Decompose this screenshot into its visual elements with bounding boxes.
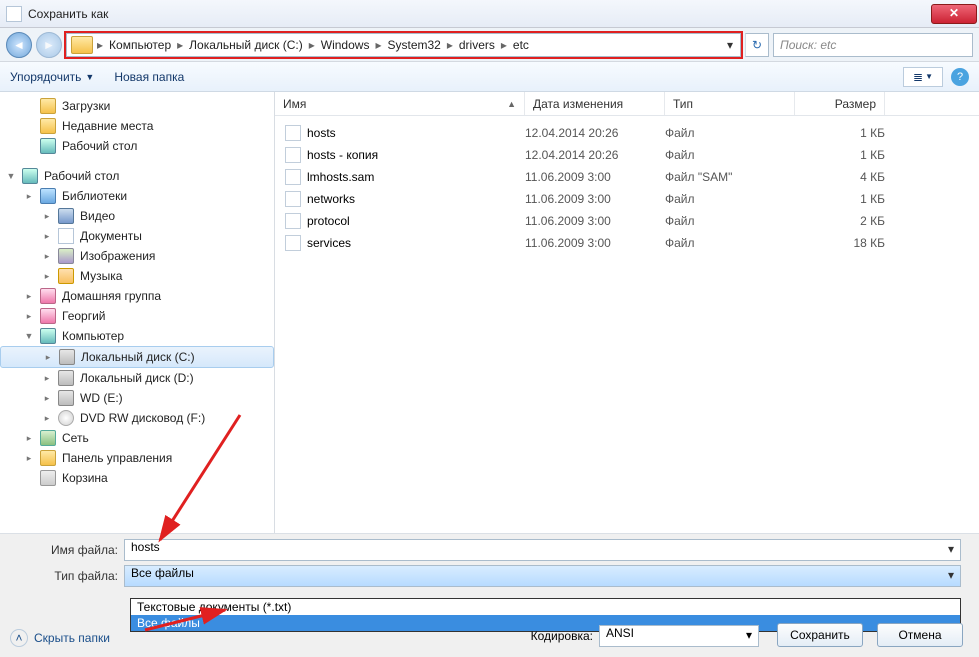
search-input[interactable]: Поиск: etc [773,33,973,57]
forward-button[interactable]: ► [36,32,62,58]
toolbar: Упорядочить ▼ Новая папка ≣▼ ? [0,62,979,92]
file-row[interactable]: hosts - копия12.04.2014 20:26Файл1 КБ [275,144,979,166]
view-options-button[interactable]: ≣▼ [903,67,943,87]
tree-item [0,156,274,166]
file-icon [285,235,301,251]
file-icon [285,169,301,185]
filetype-label: Тип файла: [18,569,118,583]
file-row[interactable]: hosts12.04.2014 20:26Файл1 КБ [275,122,979,144]
window-title: Сохранить как [28,7,108,21]
file-icon [285,147,301,163]
crumb-drive-c[interactable]: Локальный диск (C:) [183,38,309,52]
close-button[interactable]: ✕ [931,4,977,24]
crumb-etc[interactable]: etc [507,38,535,52]
filetype-option-txt[interactable]: Текстовые документы (*.txt) [131,599,960,615]
main-area: ЗагрузкиНедавние местаРабочий стол ▼Рабоч… [0,92,979,533]
tree-item[interactable]: ▸Сеть [0,428,274,448]
folder-icon [71,36,93,54]
tree-item[interactable]: ▸Библиотеки [0,186,274,206]
tree-item[interactable]: ▸WD (E:) [0,388,274,408]
tree-item[interactable]: ▸Музыка [0,266,274,286]
tree-item[interactable]: ▸Изображения [0,246,274,266]
tree-item[interactable]: ▸Локальный диск (D:) [0,368,274,388]
tree-item[interactable]: Рабочий стол [0,136,274,156]
cancel-button[interactable]: Отмена [877,623,963,647]
hide-folders-button[interactable]: ˄ Скрыть папки [10,629,110,647]
encoding-select[interactable]: ANSI [599,625,759,647]
crumb-windows[interactable]: Windows [315,38,376,52]
tree-item[interactable]: Корзина [0,468,274,488]
tree-item[interactable]: ▸Георгий [0,306,274,326]
col-date: Дата изменения [525,92,665,115]
col-type: Тип [665,92,795,115]
file-list-panel: Имя▲ Дата изменения Тип Размер hosts12.0… [275,92,979,533]
file-icon [285,125,301,141]
filename-label: Имя файла: [18,543,118,557]
chevron-up-icon: ˄ [10,629,28,647]
crumb-system32[interactable]: System32 [381,38,446,52]
breadcrumb-bar[interactable]: ▸ Компьютер▸ Локальный диск (C:)▸ Window… [66,33,741,57]
bottom-panel: Имя файла: hosts Тип файла: Все файлы Те… [0,533,979,657]
encoding-label: Кодировка: [531,629,593,643]
crumb-computer[interactable]: Компьютер [103,38,177,52]
tree-item[interactable]: ▸Документы [0,226,274,246]
tree-item[interactable]: ▸Панель управления [0,448,274,468]
breadcrumb-dropdown-icon[interactable]: ▾ [720,38,740,52]
title-bar: Сохранить как ✕ [0,0,979,28]
tree-item[interactable]: Недавние места [0,116,274,136]
col-size: Размер [795,92,885,115]
filename-input[interactable]: hosts [124,539,961,561]
crumb-drivers[interactable]: drivers [453,38,501,52]
organize-button[interactable]: Упорядочить ▼ [10,70,94,84]
help-button[interactable]: ? [951,68,969,86]
file-row[interactable]: services11.06.2009 3:00Файл18 КБ [275,232,979,254]
sort-asc-icon: ▲ [507,99,516,109]
col-name: Имя▲ [275,92,525,115]
back-button[interactable]: ◄ [6,32,32,58]
tree-item[interactable]: ▸Домашняя группа [0,286,274,306]
file-row[interactable]: protocol11.06.2009 3:00Файл2 КБ [275,210,979,232]
tree-item[interactable]: ▸Локальный диск (C:) [0,346,274,368]
file-icon [285,191,301,207]
file-icon [285,213,301,229]
filetype-select[interactable]: Все файлы [124,565,961,587]
file-row[interactable]: networks11.06.2009 3:00Файл1 КБ [275,188,979,210]
app-icon [6,6,22,22]
file-row[interactable]: lmhosts.sam11.06.2009 3:00Файл "SAM"4 КБ [275,166,979,188]
folder-tree[interactable]: ЗагрузкиНедавние местаРабочий стол ▼Рабоч… [0,92,275,533]
tree-item[interactable]: Загрузки [0,96,274,116]
refresh-button[interactable]: ↻ [745,33,769,57]
new-folder-button[interactable]: Новая папка [114,70,184,84]
column-headers[interactable]: Имя▲ Дата изменения Тип Размер [275,92,979,116]
save-button[interactable]: Сохранить [777,623,863,647]
tree-item[interactable]: ▼Компьютер [0,326,274,346]
tree-item[interactable]: ▸DVD RW дисковод (F:) [0,408,274,428]
tree-item[interactable]: ▸Видео [0,206,274,226]
nav-bar: ◄ ► ▸ Компьютер▸ Локальный диск (C:)▸ Wi… [0,28,979,62]
file-rows: hosts12.04.2014 20:26Файл1 КБhosts - коп… [275,116,979,533]
tree-item[interactable]: ▼Рабочий стол [0,166,274,186]
